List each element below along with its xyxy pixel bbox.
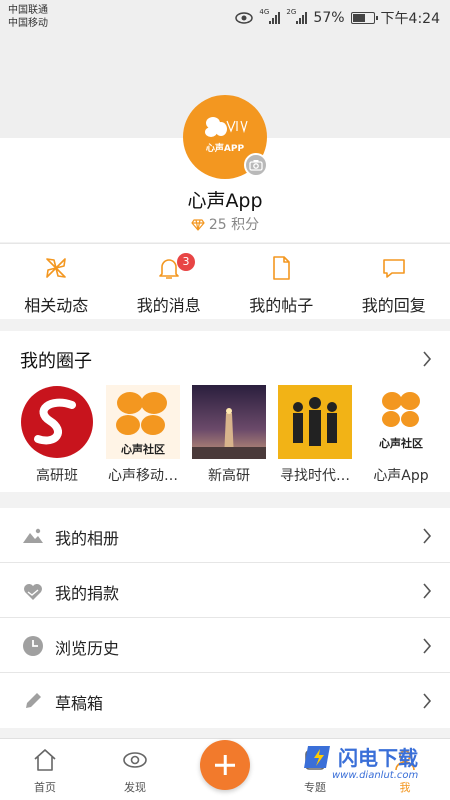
section-title: 我的圈子 (20, 351, 92, 372)
action-label: 我的回复 (361, 296, 426, 315)
tab-discover[interactable]: 发现 (90, 739, 180, 800)
status-bar: 中国联通 中国移动 4G 2G 57% 下午4:24 (0, 0, 450, 36)
chevron-right-icon (423, 638, 432, 654)
chevron-right-icon (423, 693, 432, 709)
menu-label: 我的捐款 (55, 584, 120, 603)
add-post-button[interactable] (200, 740, 250, 790)
action-label: 我的帖子 (249, 296, 314, 315)
chevron-right-icon (423, 528, 432, 544)
signal-1-icon: 4G (259, 8, 281, 24)
tab-label: 首页 (34, 781, 56, 794)
menu-label: 草稿箱 (55, 694, 104, 713)
circle-name: 寻找时代… (280, 468, 350, 484)
clock-time: 下午4:24 (380, 11, 440, 27)
diamond-icon (191, 219, 205, 231)
circle-item[interactable]: 高研班 (17, 385, 97, 485)
chat-bubble-icon (382, 259, 405, 278)
circle-item[interactable]: 新高研 (189, 385, 269, 485)
circle-thumbnail (20, 385, 94, 459)
action-my-posts[interactable]: 我的帖子 (225, 244, 338, 319)
document-icon (273, 256, 291, 280)
pinwheel-icon (46, 258, 67, 278)
circle-item[interactable]: 心声社区 心声App (361, 385, 441, 485)
heart-hands-icon (24, 584, 42, 600)
action-label: 相关动态 (24, 296, 89, 315)
menu-label: 我的相册 (55, 529, 120, 548)
circle-item[interactable]: 寻找时代… (275, 385, 355, 485)
signal-2-icon: 2G (286, 8, 308, 24)
menu-item-album[interactable]: 我的相册 (0, 508, 450, 563)
action-label: 我的消息 (136, 296, 201, 315)
circle-thumbnail (278, 385, 352, 459)
action-my-replies[interactable]: 我的回复 (338, 244, 450, 319)
carrier-2: 中国移动 (8, 18, 48, 29)
tab-home[interactable]: 首页 (0, 739, 90, 800)
battery-percent: 57% (313, 10, 345, 26)
watermark: 闪电下载 www.dianlut.com (302, 740, 442, 788)
eye-icon (123, 752, 147, 768)
circle-thumbnail: 心声社区 (364, 385, 438, 459)
album-icon (23, 528, 43, 543)
eye-comfort-icon (235, 12, 254, 24)
menu-item-history[interactable]: 浏览历史 (0, 618, 450, 673)
message-count-badge: 3 (177, 253, 195, 271)
menu-item-drafts[interactable]: 草稿箱 (0, 673, 450, 728)
pencil-icon (26, 693, 41, 708)
points-label[interactable]: 25 积分 (0, 214, 450, 234)
carrier-1: 中国联通 (8, 5, 48, 16)
lightning-logo-icon (304, 746, 330, 768)
battery-icon (350, 12, 378, 24)
action-my-messages[interactable]: 我的消息 (113, 244, 226, 319)
watermark-url: www.dianlut.com (332, 770, 419, 781)
circle-thumbnail (192, 385, 266, 459)
menu-list: 我的相册 我的捐款 浏览历史 草稿箱 (0, 508, 450, 728)
clock-icon (23, 636, 43, 656)
circle-name: 高研班 (36, 468, 78, 484)
points-value: 25 积分 (208, 217, 260, 233)
action-related-feed[interactable]: 相关动态 (0, 244, 113, 319)
tab-label: 发现 (124, 781, 146, 794)
username: 心声App (187, 190, 263, 212)
chevron-right-icon (423, 583, 432, 599)
menu-item-donations[interactable]: 我的捐款 (0, 563, 450, 618)
menu-label: 浏览历史 (55, 639, 120, 658)
circle-thumbnail: 心声社区 (106, 385, 180, 459)
quick-actions: 相关动态 我的消息 我的帖子 我的回复 (0, 243, 450, 319)
my-circles-section: 我的圈子 高研班 心声社区 心声移动… 新高研 寻找时代… 心声社区 心声App (0, 331, 450, 492)
carrier-info: 中国联通 中国移动 (8, 4, 48, 30)
home-icon (34, 749, 56, 771)
status-icons: 4G 2G 57% 下午4:24 (235, 8, 440, 28)
camera-icon[interactable] (244, 153, 268, 177)
circle-name: 心声移动… (108, 468, 178, 484)
circle-name: 新高研 (208, 468, 250, 484)
circle-item[interactable]: 心声社区 心声移动… (103, 385, 183, 485)
circle-name: 心声App (373, 468, 429, 484)
chevron-right-icon[interactable] (422, 351, 432, 367)
watermark-text: 闪电下载 (338, 746, 418, 770)
